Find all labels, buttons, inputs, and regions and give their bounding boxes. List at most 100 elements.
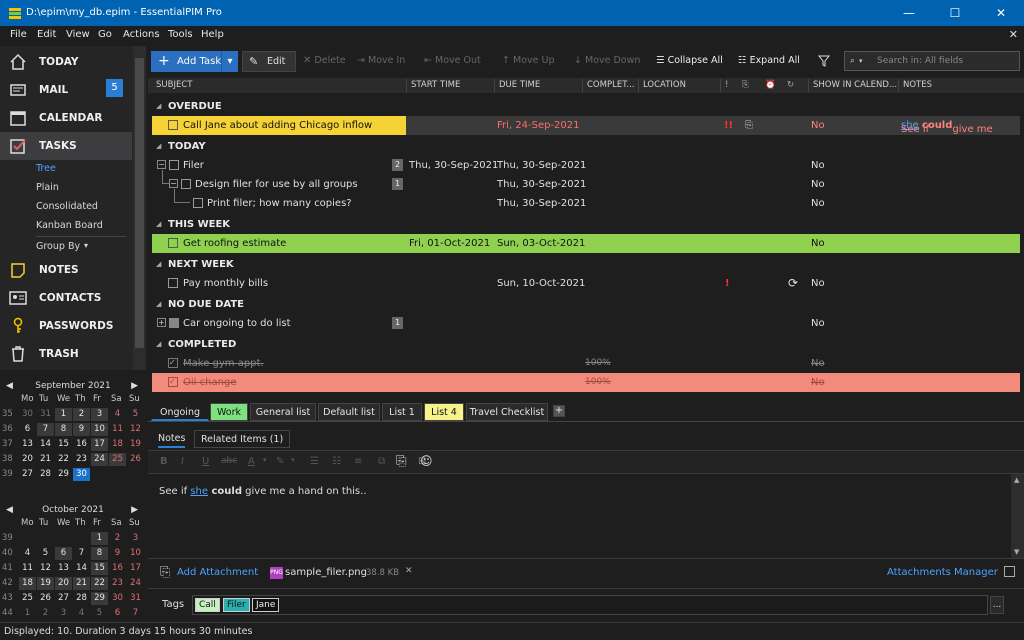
group-header-this-week[interactable]: ◢ THIS WEEK — [148, 214, 1024, 234]
attachment-filename[interactable]: sample_filer.png — [285, 567, 367, 578]
calendar-day[interactable]: 11 — [19, 562, 36, 575]
group-header-completed[interactable]: ◢ COMPLETED — [148, 334, 1024, 354]
search-input[interactable]: Search in: All fields — [877, 52, 963, 70]
calendar-day[interactable]: 29 — [55, 468, 72, 481]
nav-item-notes[interactable]: NOTES — [0, 256, 132, 284]
expand-all-button[interactable]: ☷ Expand All — [738, 50, 800, 72]
calendar-day[interactable]: 9 — [109, 547, 126, 560]
tab-related-items[interactable]: Related Items (1) — [194, 430, 291, 448]
delete-button[interactable]: ✕ Delete — [303, 50, 346, 72]
calendar-day[interactable]: 24 — [127, 577, 144, 590]
prev-month-icon[interactable]: ◀ — [6, 378, 13, 394]
calendar-day[interactable]: 26 — [37, 592, 54, 605]
task-checkbox[interactable] — [168, 278, 178, 288]
collapse-toggle[interactable]: − — [157, 160, 166, 169]
nav-item-calendar[interactable]: CALENDAR — [0, 104, 132, 132]
add-task-dropdown[interactable]: ▾ — [221, 51, 238, 72]
calendar-day[interactable]: 3 — [127, 532, 144, 545]
task-checkbox[interactable] — [181, 179, 191, 189]
group-by-arrow-icon[interactable]: ▾ — [84, 241, 88, 250]
calendar-day[interactable]: 14 — [37, 438, 54, 451]
group-header-no-due-date[interactable]: ◢ NO DUE DATE — [148, 294, 1024, 314]
calendar-day[interactable]: 6 — [19, 423, 36, 436]
tab-work[interactable]: Work — [210, 403, 248, 421]
insert-contact-icon[interactable]: ☺ — [420, 454, 433, 468]
calendar-day[interactable]: 10 — [91, 423, 108, 436]
move-down-button[interactable]: ↓ Move Down — [574, 50, 640, 72]
tab-list-1[interactable]: List 1 — [382, 403, 422, 421]
next-month-icon[interactable]: ▶ — [131, 502, 138, 518]
calendar-day[interactable]: 4 — [109, 408, 126, 421]
nav-item-trash[interactable]: TRASH — [0, 340, 132, 368]
task-row[interactable]: − Filer 2 Thu, 30-Sep-2021 Thu, 30-Sep-2… — [152, 156, 1020, 175]
calendar-day[interactable]: 21 — [37, 453, 54, 466]
column-subject[interactable]: SUBJECT — [156, 80, 192, 90]
expand-toggle[interactable]: + — [157, 318, 166, 327]
calendar-day[interactable]: 15 — [91, 562, 108, 575]
column-notes[interactable]: NOTES — [903, 80, 932, 90]
nav-item-contacts[interactable]: CONTACTS — [0, 284, 132, 312]
calendar-day[interactable]: 19 — [127, 438, 144, 451]
tab-ongoing[interactable]: Ongoing — [151, 403, 209, 421]
remove-attachment-icon[interactable]: ✕ — [405, 566, 413, 576]
nav-item-passwords[interactable]: PASSWORDS — [0, 312, 132, 340]
tab-travel-checklist[interactable]: Travel Checklist — [466, 403, 548, 421]
tags-more-button[interactable]: ... — [990, 596, 1004, 614]
calendar-day[interactable]: 11 — [109, 423, 126, 436]
search-box[interactable]: ⌕ ▾ Search in: All fields — [844, 51, 1020, 71]
calendar-day[interactable]: 2 — [73, 408, 90, 421]
sidebar-scrollbar-thumb[interactable] — [135, 58, 144, 348]
add-attachment-link[interactable]: Add Attachment — [177, 567, 258, 578]
task-checkbox-checked[interactable]: ✓ — [168, 377, 178, 387]
collapse-arrow-icon[interactable]: ◢ — [156, 260, 161, 268]
calendar-day[interactable]: 23 — [73, 453, 90, 466]
column-location[interactable]: LOCATION — [643, 80, 686, 90]
tab-list-4[interactable]: List 4 — [424, 403, 464, 421]
group-header-today[interactable]: ◢ TODAY — [148, 136, 1024, 156]
nav-item-today[interactable]: TODAY — [0, 48, 132, 76]
prev-month-icon[interactable]: ◀ — [6, 502, 13, 518]
task-checkbox[interactable] — [193, 198, 203, 208]
pop-out-icon[interactable] — [1004, 566, 1015, 577]
task-row[interactable]: Pay monthly bills Sun, 10-Oct-2021 ! ⟳ N… — [152, 274, 1020, 293]
bullet-list-icon[interactable]: ☰ — [310, 456, 319, 467]
edit-button[interactable]: ✎ Edit — [242, 51, 296, 72]
calendar-day[interactable]: 6 — [109, 607, 126, 620]
calendar-day[interactable]: 24 — [91, 453, 108, 466]
task-row[interactable]: + Car ongoing to do list 1 No — [152, 314, 1020, 333]
column-show-in-calendar[interactable]: SHOW IN CALEND... — [813, 80, 897, 90]
paperclip-icon[interactable]: ⎘ — [396, 454, 406, 469]
bold-icon[interactable]: B — [160, 456, 168, 467]
calendar-day[interactable]: 4 — [19, 547, 36, 560]
group-header-next-week[interactable]: ◢ NEXT WEEK — [148, 254, 1024, 274]
collapse-arrow-icon[interactable]: ◢ — [156, 102, 161, 110]
task-row[interactable]: ✓ Make gym appt. 100% No — [152, 354, 1020, 373]
calendar-day[interactable]: 3 — [91, 408, 108, 421]
group-by-menu[interactable]: Group By — [36, 241, 80, 252]
column-start-time[interactable]: START TIME — [411, 80, 460, 90]
view-tree[interactable]: Tree — [36, 163, 56, 174]
menu-view[interactable]: View — [66, 29, 90, 40]
column-priority-icon[interactable]: ! — [725, 80, 728, 90]
move-up-button[interactable]: ↑ Move Up — [502, 50, 554, 72]
next-month-icon[interactable]: ▶ — [131, 378, 138, 394]
calendar-day[interactable]: 20 — [55, 577, 72, 590]
calendar-day[interactable]: 30 — [19, 408, 36, 421]
task-row[interactable]: − Design filer for use by all groups 1 T… — [152, 170, 1020, 194]
tags-input[interactable] — [192, 595, 988, 615]
close-button[interactable]: ✕ — [978, 0, 1024, 26]
calendar-day[interactable]: 18 — [19, 577, 36, 590]
menu-go[interactable]: Go — [98, 29, 112, 40]
view-consolidated[interactable]: Consolidated — [36, 201, 98, 212]
link-icon[interactable]: ⧉ — [378, 456, 385, 467]
calendar-day[interactable]: 19 — [37, 577, 54, 590]
calendar-day[interactable]: 13 — [19, 438, 36, 451]
calendar-day[interactable]: 29 — [91, 592, 108, 605]
menu-help[interactable]: Help — [201, 29, 224, 40]
scroll-up-icon[interactable]: ▲ — [1014, 476, 1019, 484]
calendar-day[interactable]: 20 — [19, 453, 36, 466]
column-reminder-icon[interactable]: ⏰ — [765, 80, 776, 90]
calendar-day[interactable]: 5 — [91, 607, 108, 620]
calendar-day[interactable]: 22 — [55, 453, 72, 466]
calendar-day[interactable]: 25 — [19, 592, 36, 605]
